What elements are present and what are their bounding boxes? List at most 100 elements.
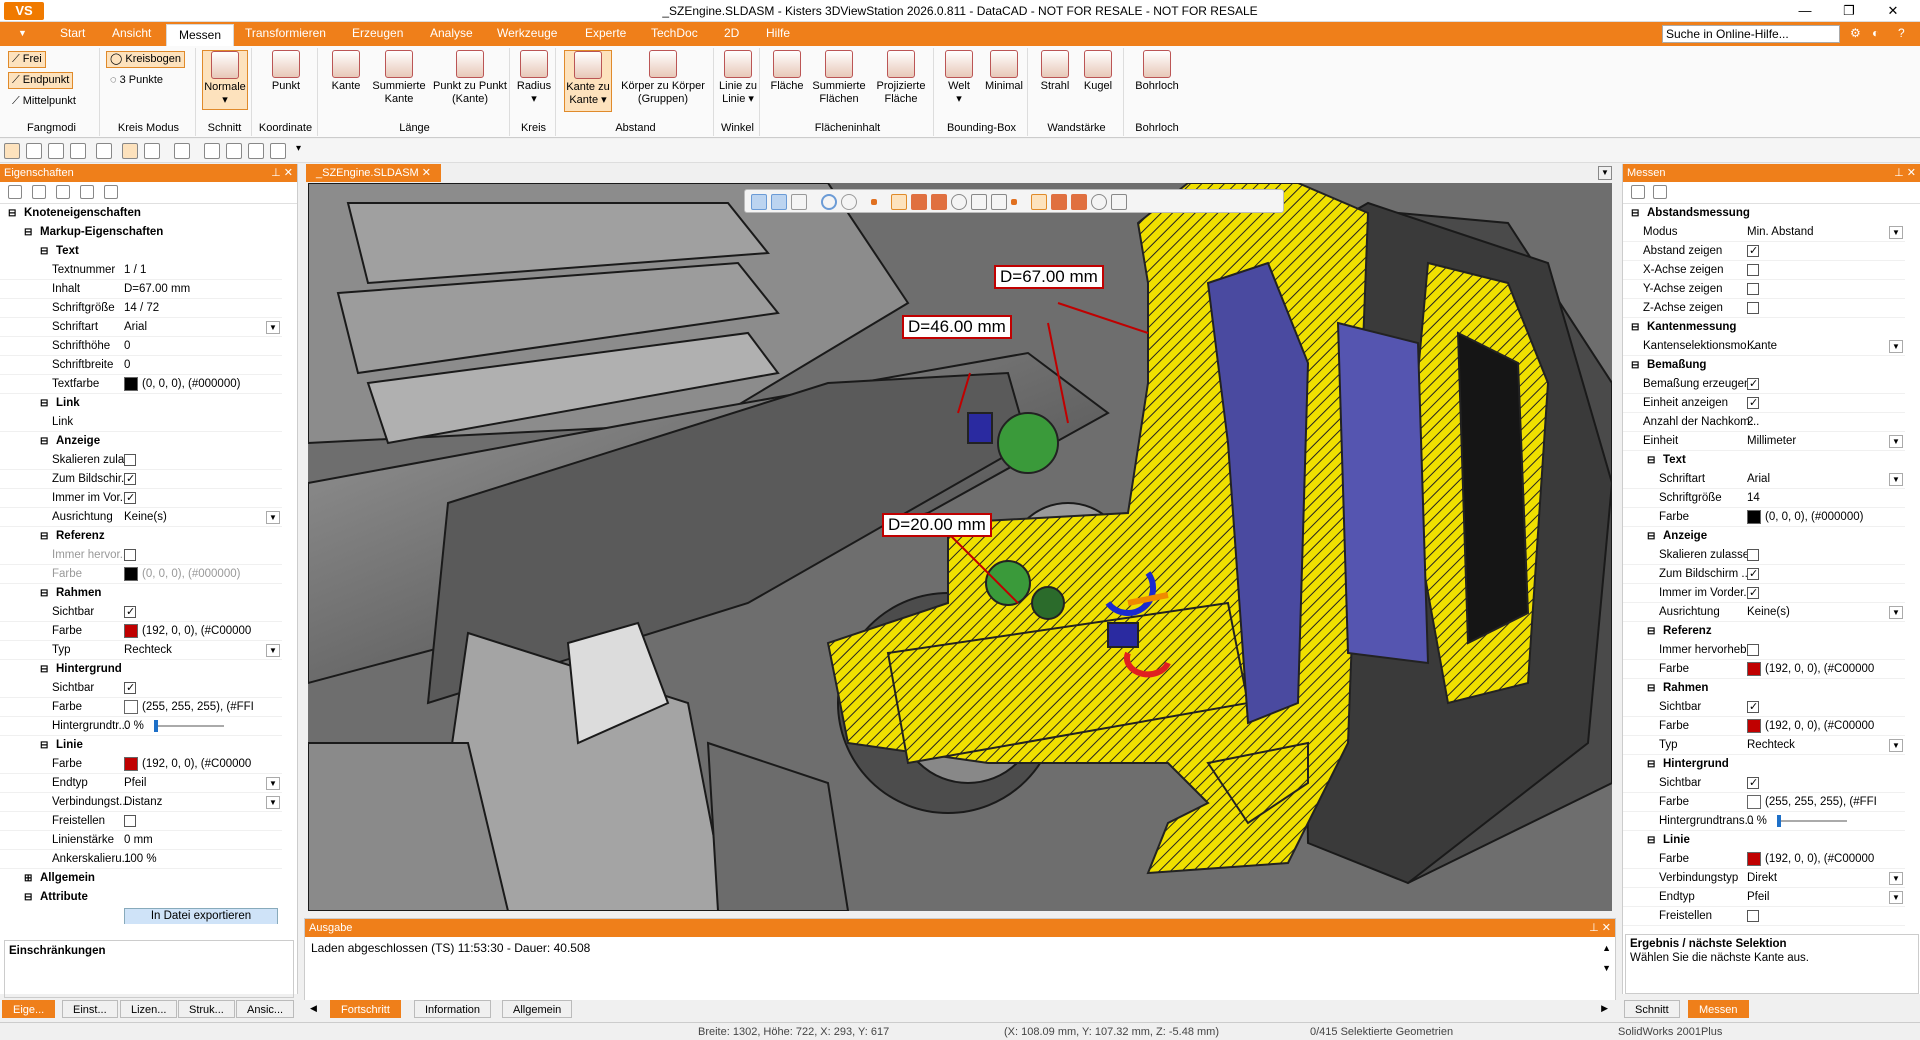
checkbox[interactable] (124, 679, 136, 698)
property-value[interactable]: Kante (1747, 337, 1777, 356)
measurement-label[interactable]: D=20.00 mm (882, 513, 992, 537)
property-value[interactable]: Direkt (1747, 869, 1777, 888)
filter-icon[interactable] (104, 185, 118, 199)
tab-analyse[interactable]: Analyse (430, 26, 473, 40)
checkbox[interactable] (1747, 565, 1759, 584)
checkbox[interactable] (1747, 548, 1759, 561)
body-snap-icon[interactable] (931, 194, 947, 210)
checkbox[interactable] (124, 453, 136, 466)
point-snap-2-icon[interactable] (1011, 199, 1017, 205)
property-row[interactable]: Immer im Vor... (0, 489, 282, 508)
measure-reset-icon[interactable] (1653, 185, 1667, 199)
checkbox[interactable] (1747, 643, 1759, 656)
close-tab-icon[interactable]: ✕ (422, 167, 431, 179)
section-header[interactable]: ⊟ Anzeige (1623, 527, 1905, 546)
property-value[interactable] (124, 679, 136, 698)
measurement-label[interactable]: D=46.00 mm (902, 315, 1012, 339)
property-value[interactable]: Rechteck (1747, 736, 1795, 755)
face-snap-2-icon[interactable] (1051, 194, 1067, 210)
checkbox[interactable] (124, 814, 136, 827)
property-row[interactable]: Typ Rechteck ▼ (0, 641, 282, 660)
collapse-icon[interactable]: ⊟ (1647, 755, 1655, 774)
property-row[interactable]: Endtyp Pfeil ▼ (0, 774, 282, 793)
checkbox[interactable] (124, 548, 136, 561)
checkbox[interactable] (1747, 774, 1759, 793)
axis-snap-icon[interactable] (971, 194, 987, 210)
property-row[interactable]: Typ Rechteck ▼ (1623, 736, 1905, 755)
section-header[interactable]: ⊞ Allgemein (0, 869, 282, 888)
redo-icon[interactable] (226, 143, 242, 159)
transparency-slider[interactable] (1776, 814, 1847, 827)
slider-thumb[interactable] (1776, 814, 1781, 827)
color-swatch[interactable] (124, 756, 138, 771)
property-row[interactable]: X-Achse zeigen (1623, 261, 1905, 280)
minimal-bbox-button[interactable]: Minimal (982, 50, 1026, 93)
section-header[interactable]: ⊟ Rahmen (0, 584, 282, 603)
property-row[interactable]: Skalieren zulassen (1623, 546, 1905, 565)
center-snap-2-icon[interactable] (1091, 194, 1107, 210)
property-row[interactable]: Skalieren zula... (0, 451, 282, 470)
circle-3p-icon[interactable] (841, 194, 857, 210)
property-value[interactable] (1747, 261, 1759, 280)
help-search-input[interactable]: Suche in Online-Hilfe... (1662, 25, 1840, 43)
section-header[interactable]: ⊟ Abstandsmessung (1623, 204, 1905, 223)
collapse-icon[interactable]: ⊟ (1631, 204, 1639, 223)
collapse-icon[interactable]: ⊟ (40, 242, 48, 261)
property-value[interactable] (1747, 584, 1759, 603)
section-header[interactable]: ⊟ Text (1623, 451, 1905, 470)
edge-to-edge-button[interactable]: Kante zu Kante ▾ (564, 50, 612, 112)
color-swatch[interactable] (1747, 794, 1761, 809)
property-value[interactable] (124, 489, 136, 508)
color-swatch[interactable] (1747, 661, 1761, 676)
distance-snap-icon[interactable] (991, 194, 1007, 210)
summed-area-button[interactable]: Summierte Flächen (810, 50, 868, 106)
radius-button[interactable]: Radius ▾ (514, 50, 554, 106)
checkbox[interactable] (124, 470, 136, 489)
area-button[interactable]: Fläche (768, 50, 806, 93)
center-snap-icon[interactable] (951, 194, 967, 210)
property-row[interactable]: Modus Min. Abstand ▼ (1623, 223, 1905, 242)
property-value[interactable] (1747, 565, 1759, 584)
edge-snap-icon[interactable] (891, 194, 907, 210)
section-header[interactable]: ⊟ Knoteneigenschaften (0, 204, 282, 223)
chevron-down-icon[interactable]: ▼ (1889, 473, 1903, 486)
property-row[interactable]: Endtyp Pfeil ▼ (1623, 888, 1905, 907)
chevron-down-icon[interactable]: ▼ (266, 321, 280, 334)
chevron-down-icon[interactable]: ▼ (266, 796, 280, 809)
property-value[interactable]: Min. Abstand (1747, 223, 1813, 242)
tab-settings[interactable]: Einst... (62, 1000, 118, 1018)
checkbox[interactable] (1747, 909, 1759, 922)
property-row[interactable]: Schriftart Arial ▼ (1623, 470, 1905, 489)
collapse-icon[interactable]: ⊟ (1647, 831, 1655, 850)
property-row[interactable]: Verbindungstyp Direkt ▼ (1623, 869, 1905, 888)
property-value[interactable] (1747, 546, 1759, 565)
tab-erzeugen[interactable]: Erzeugen (352, 26, 403, 40)
property-value[interactable] (1747, 394, 1759, 413)
tab-2d[interactable]: 2D (724, 26, 739, 40)
collapse-icon[interactable]: ⊟ (40, 660, 48, 679)
measure-line-icon[interactable] (791, 194, 807, 210)
tab-properties[interactable]: Eige... (2, 1000, 56, 1018)
minimize-button[interactable]: — (1790, 2, 1820, 20)
property-value[interactable] (1747, 280, 1759, 299)
checkbox[interactable] (1747, 301, 1759, 314)
section-header[interactable]: ⊟ Linie (0, 736, 282, 755)
zoom-icon[interactable] (96, 143, 112, 159)
checkbox[interactable] (1747, 584, 1759, 603)
collapse-icon[interactable]: ⊟ (1647, 679, 1655, 698)
collapse-icon[interactable]: ⊟ (40, 432, 48, 451)
settings-icon[interactable]: ⚙ (1850, 26, 1861, 40)
collapse-icon[interactable]: ⊟ (1631, 318, 1639, 337)
chevron-down-icon[interactable]: ▼ (1889, 435, 1903, 448)
section-header[interactable]: ⊟ Referenz (1623, 622, 1905, 641)
color-swatch[interactable] (124, 623, 138, 638)
tab-techdoc[interactable]: TechDoc (651, 26, 698, 40)
collapse-icon[interactable]: ⊟ (40, 736, 48, 755)
chevron-down-icon[interactable]: ▼ (1889, 872, 1903, 885)
chevron-down-icon[interactable]: ▼ (1889, 226, 1903, 239)
property-value[interactable] (124, 546, 136, 565)
property-value[interactable] (1747, 774, 1759, 793)
measure-settings-icon[interactable] (1631, 185, 1645, 199)
copy-icon[interactable] (56, 185, 70, 199)
property-value[interactable] (1747, 641, 1759, 660)
